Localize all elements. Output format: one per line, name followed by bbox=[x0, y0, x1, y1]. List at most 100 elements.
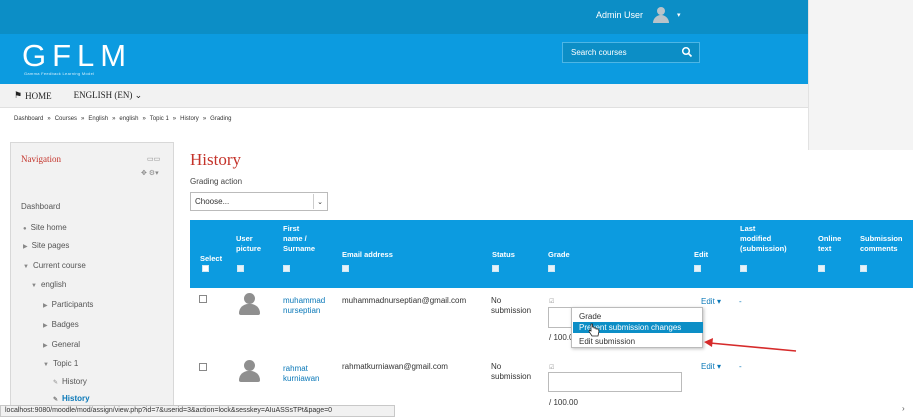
nav-item-site-home[interactable]: ● Site home bbox=[23, 223, 67, 232]
breadcrumb-item[interactable]: Topic 1 bbox=[150, 116, 169, 122]
grading-action-value: Choose... bbox=[195, 197, 230, 206]
hide-column-icon[interactable] bbox=[740, 265, 747, 272]
top-bar: Admin User ▾ bbox=[0, 0, 808, 34]
grade-input[interactable] bbox=[548, 372, 682, 392]
header-name[interactable]: First name / Surname bbox=[283, 224, 315, 254]
select-all-checkbox[interactable] bbox=[202, 265, 209, 272]
assignment-icon: ✎ bbox=[53, 397, 59, 403]
breadcrumb-item[interactable]: English bbox=[88, 116, 108, 122]
user-name-link[interactable]: muhammad nurseptian bbox=[283, 296, 325, 316]
status-cell: No submission bbox=[491, 362, 532, 381]
menu-item-edit-submission[interactable]: Edit submission bbox=[576, 336, 638, 347]
hide-column-icon[interactable] bbox=[237, 265, 244, 272]
nav-item-history-active[interactable]: ✎ History bbox=[53, 394, 90, 403]
hide-column-icon[interactable] bbox=[694, 265, 701, 272]
edit-menu-trigger[interactable]: Edit ▾ bbox=[701, 297, 721, 306]
breadcrumb-item[interactable]: english bbox=[119, 116, 138, 122]
header-status[interactable]: Status bbox=[492, 250, 515, 260]
chevron-down-icon: ⌄ bbox=[313, 194, 326, 209]
grading-table-header: Select User picture First name / Surname Em… bbox=[190, 220, 913, 288]
caret-down-icon: ▾ bbox=[677, 12, 681, 19]
breadcrumb-item-current: Grading bbox=[210, 116, 232, 122]
email-cell: muhammadnurseptian@gmail.com bbox=[342, 296, 467, 305]
search-courses-input[interactable]: Search courses bbox=[562, 42, 700, 63]
header-last-modified[interactable]: Last modified (submission) bbox=[740, 224, 787, 254]
menu-item-grade[interactable]: Grade bbox=[576, 311, 604, 322]
hand-cursor-icon bbox=[588, 323, 600, 337]
site-logo[interactable]: GFLM bbox=[22, 40, 132, 72]
hide-column-icon[interactable] bbox=[283, 265, 290, 272]
row-select-checkbox[interactable] bbox=[199, 363, 207, 371]
email-cell: rahmatkurniawan@gmail.com bbox=[342, 362, 448, 371]
browser-status-bar: localhost:9080/moodle/mod/assign/view.ph… bbox=[0, 405, 395, 417]
navigation-title: Navigation bbox=[21, 154, 61, 164]
chevron-right-icon: ▶ bbox=[43, 323, 48, 329]
grade-max: / 100.0 bbox=[549, 333, 574, 342]
breadcrumb-item[interactable]: Courses bbox=[55, 116, 77, 122]
user-avatar-icon bbox=[239, 293, 261, 315]
annotation-arrow-icon bbox=[704, 338, 797, 352]
header-select: Select bbox=[200, 254, 223, 263]
search-placeholder: Search courses bbox=[571, 48, 627, 57]
home-icon: ⚑ bbox=[14, 90, 23, 100]
user-name-link[interactable]: rahmat kurniawan bbox=[283, 364, 319, 384]
nav-item-current-course[interactable]: ▼ Current course bbox=[23, 261, 86, 270]
hide-column-icon[interactable] bbox=[492, 265, 499, 272]
last-modified-cell: - bbox=[739, 362, 742, 371]
search-icon[interactable] bbox=[681, 46, 693, 58]
page-title: History bbox=[190, 150, 241, 169]
language-menu[interactable]: ENGLISH (EN) ⌄ bbox=[74, 90, 143, 101]
chevron-right-icon: ▶ bbox=[23, 244, 28, 250]
nav-item-participants[interactable]: ▶ Participants bbox=[43, 300, 93, 309]
breadcrumb-item[interactable]: Dashboard bbox=[14, 116, 43, 122]
header-grade[interactable]: Grade bbox=[548, 250, 570, 260]
bullet-icon: ● bbox=[23, 226, 27, 232]
navigation-block: Navigation ▭▭ ✥ ⚙▾ Dashboard ● Site home … bbox=[10, 142, 174, 410]
nav-item-topic-1[interactable]: ▼ Topic 1 bbox=[43, 359, 78, 368]
breadcrumb: Dashboard» Courses» English» english» To… bbox=[14, 116, 232, 122]
site-logo-subtitle: Gamma Feedback Learning Model bbox=[24, 71, 95, 76]
header-email[interactable]: Email address bbox=[342, 250, 393, 260]
home-link[interactable]: ⚑ HOME bbox=[14, 90, 52, 101]
status-cell: No submission bbox=[491, 296, 532, 315]
language-label: ENGLISH (EN) bbox=[73, 90, 133, 100]
home-label: HOME bbox=[25, 90, 52, 101]
chevron-down-icon: ▼ bbox=[23, 264, 29, 270]
user-avatar-icon bbox=[651, 7, 671, 23]
nav-item-history[interactable]: ✎ History bbox=[53, 377, 87, 386]
hide-column-icon[interactable] bbox=[548, 265, 555, 272]
chevron-right-icon: ▶ bbox=[43, 303, 48, 309]
grade-checkbox[interactable]: ☑ bbox=[549, 298, 554, 305]
chevron-right-icon: ▶ bbox=[43, 343, 48, 349]
breadcrumb-item[interactable]: History bbox=[180, 116, 199, 122]
header-user-picture: User picture bbox=[236, 234, 262, 253]
user-menu[interactable]: Admin User ▾ bbox=[596, 6, 681, 24]
site-header: GFLM Gamma Feedback Learning Model Searc… bbox=[0, 34, 808, 84]
header-edit: Edit bbox=[694, 250, 709, 259]
grade-max: / 100.00 bbox=[549, 398, 578, 407]
hide-column-icon[interactable] bbox=[342, 265, 349, 272]
row-select-checkbox[interactable] bbox=[199, 295, 207, 303]
grading-action-label: Grading action bbox=[190, 177, 243, 186]
chevron-down-icon: ▼ bbox=[31, 283, 37, 289]
edit-menu-trigger[interactable]: Edit ▾ bbox=[701, 362, 721, 371]
last-modified-cell: - bbox=[739, 297, 742, 306]
grading-action-select[interactable]: Choose... ⌄ bbox=[190, 192, 328, 211]
page-side-area bbox=[808, 0, 913, 150]
nav-item-english[interactable]: ▼ english bbox=[31, 280, 66, 289]
hide-column-icon[interactable] bbox=[860, 265, 867, 272]
chevron-right-icon[interactable]: › bbox=[902, 404, 905, 413]
chevron-down-icon: ▼ bbox=[43, 362, 49, 368]
chevron-down-icon: ⌄ bbox=[134, 90, 143, 100]
grade-checkbox[interactable]: ☑ bbox=[549, 364, 554, 371]
hide-column-icon[interactable] bbox=[818, 265, 825, 272]
header-online-text: Online text bbox=[818, 234, 842, 253]
dock-icon[interactable]: ▭▭ bbox=[147, 155, 160, 163]
assignment-icon: ✎ bbox=[53, 380, 59, 386]
nav-item-badges[interactable]: ▶ Badges bbox=[43, 320, 79, 329]
nav-item-general[interactable]: ▶ General bbox=[43, 340, 80, 349]
user-name: Admin User bbox=[596, 10, 644, 20]
block-actions-icon[interactable]: ✥ ⚙▾ bbox=[141, 169, 159, 177]
nav-item-site-pages[interactable]: ▶ Site pages bbox=[23, 241, 69, 250]
nav-item-dashboard[interactable]: Dashboard bbox=[21, 202, 60, 211]
